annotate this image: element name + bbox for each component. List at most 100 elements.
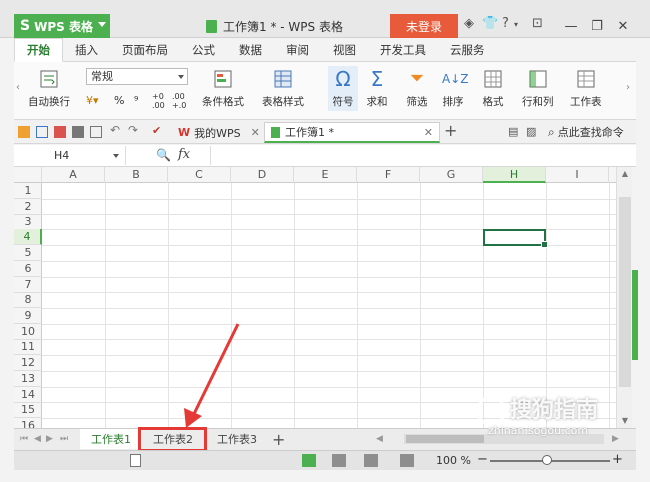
page-break-view-icon[interactable]	[332, 454, 346, 467]
tab-data[interactable]: 数据	[227, 38, 274, 62]
row-header[interactable]: 2	[14, 199, 42, 215]
column-header[interactable]: C	[168, 167, 231, 183]
zoom-slider-knob[interactable]	[542, 455, 552, 465]
print-preview-icon[interactable]	[90, 126, 102, 138]
open-folder-icon[interactable]	[18, 126, 30, 138]
number-format-select[interactable]: 常规	[86, 68, 188, 85]
zoom-level[interactable]: 100 %	[436, 454, 471, 467]
row-header[interactable]: 15	[14, 402, 42, 418]
column-header[interactable]: D	[231, 167, 294, 183]
sort-button[interactable]: A↓Z 排序	[442, 68, 468, 109]
row-header[interactable]: 8	[14, 292, 42, 308]
row-header[interactable]: 9	[14, 308, 42, 324]
sheet-tab-1[interactable]: 工作表1	[80, 429, 142, 449]
tab-cloud[interactable]: 云服务	[438, 38, 497, 62]
add-sheet-icon[interactable]: +	[272, 430, 285, 449]
format-button[interactable]: 格式	[482, 68, 504, 109]
conditional-format-button[interactable]: 条件格式	[202, 68, 244, 109]
select-all-corner[interactable]	[14, 167, 42, 183]
prev-sheet-icon[interactable]: ◀	[34, 434, 41, 444]
name-box[interactable]: H4	[14, 146, 126, 165]
column-header[interactable]: F	[357, 167, 420, 183]
redo-icon[interactable]: ↷	[128, 123, 140, 137]
tab-developer[interactable]: 开发工具	[368, 38, 438, 62]
reading-mode-icon[interactable]	[364, 454, 378, 467]
hscroll-right-icon[interactable]: ▶	[612, 434, 619, 444]
column-header-selected[interactable]: H	[483, 167, 546, 183]
formula-input[interactable]	[210, 146, 636, 165]
normal-view-icon[interactable]	[302, 454, 316, 467]
sheet-tab-3[interactable]: 工作表3	[206, 429, 268, 449]
restore-button[interactable]: ❐	[584, 14, 610, 38]
thousands-separator-button[interactable]: ⁹	[134, 94, 138, 107]
sum-button[interactable]: Σ 求和	[366, 68, 388, 109]
row-header[interactable]: 3	[14, 214, 42, 230]
tab-page-layout[interactable]: 页面布局	[110, 38, 180, 62]
row-header[interactable]: 16	[14, 418, 42, 428]
tab-view[interactable]: 视图	[321, 38, 368, 62]
pin-icon[interactable]: ⊡	[532, 16, 543, 31]
shirt-icon[interactable]: 👕	[482, 16, 498, 31]
zoom-in-button[interactable]: +	[612, 452, 623, 467]
undo-icon[interactable]: ↶	[110, 123, 122, 137]
hscroll-left-icon[interactable]: ◀	[376, 434, 383, 444]
column-header[interactable]: E	[294, 167, 357, 183]
first-sheet-icon[interactable]: ⏮	[20, 434, 28, 444]
tab-list-icon[interactable]: ▤	[508, 125, 518, 138]
zoom-out-button[interactable]: −	[477, 452, 488, 467]
close-window-button[interactable]: ✕	[610, 14, 636, 38]
tab-switch-icon[interactable]: ▨	[526, 125, 536, 138]
increase-decimal-button[interactable]: +0 .00	[152, 92, 168, 110]
ribbon-scroll-right-icon[interactable]: ›	[626, 82, 630, 93]
print-icon[interactable]	[72, 126, 84, 138]
command-search[interactable]: ⌕ 点此查找命令	[548, 124, 624, 140]
column-header[interactable]: G	[420, 167, 483, 183]
save-icon[interactable]	[36, 126, 48, 138]
row-header[interactable]: 13	[14, 371, 42, 387]
tab-review[interactable]: 审阅	[274, 38, 321, 62]
percent-button[interactable]: %	[114, 94, 124, 107]
column-header[interactable]: B	[105, 167, 168, 183]
row-col-button[interactable]: 行和列	[522, 68, 554, 109]
help-dropdown-icon[interactable]: ▾	[514, 20, 518, 29]
eye-protection-icon[interactable]	[400, 454, 414, 467]
side-panel-toggle[interactable]	[632, 270, 638, 360]
close-icon[interactable]: ✕	[424, 126, 433, 139]
export-pdf-icon[interactable]	[54, 126, 66, 138]
spreadsheet-grid[interactable]: A B C D E F G H I 1 2 3 4 5 6 7 8 9 10 1…	[14, 167, 616, 428]
row-header[interactable]: 10	[14, 324, 42, 340]
active-cell-h4[interactable]	[483, 229, 548, 248]
currency-format-icon[interactable]: ¥▾	[86, 94, 99, 107]
filter-button[interactable]: ⏷ 筛选	[406, 68, 428, 109]
insert-function-button[interactable]: fx	[178, 147, 190, 162]
column-header[interactable]: I	[546, 167, 609, 183]
worksheet-button[interactable]: 工作表	[570, 68, 602, 109]
vertical-scrollbar[interactable]: ▲ ▼	[616, 167, 632, 428]
row-header[interactable]: 12	[14, 355, 42, 371]
vertical-scroll-thumb[interactable]	[619, 197, 631, 387]
help-icon[interactable]: ?	[502, 16, 509, 31]
customize-qa-icon[interactable]: ✔	[152, 124, 164, 137]
row-header[interactable]: 11	[14, 339, 42, 355]
row-header[interactable]: 1	[14, 183, 42, 199]
row-header[interactable]: 14	[14, 387, 42, 403]
tab-insert[interactable]: 插入	[63, 38, 110, 62]
scroll-down-icon[interactable]: ▼	[620, 416, 630, 425]
wps-app-menu-button[interactable]: S WPS 表格	[14, 14, 110, 38]
tab-workbook[interactable]: 工作簿1 * ✕	[264, 122, 440, 143]
close-icon[interactable]: ✕	[251, 126, 260, 139]
zoom-magnifier-icon[interactable]: 🔍	[156, 148, 171, 162]
macro-record-icon[interactable]	[130, 454, 141, 467]
next-sheet-icon[interactable]: ▶	[46, 434, 53, 444]
wrap-text-button[interactable]: 自动换行	[28, 68, 70, 109]
row-header[interactable]: 5	[14, 245, 42, 261]
tab-mywps[interactable]: W 我的WPS ✕	[172, 122, 266, 143]
ribbon-scroll-left-icon[interactable]: ‹	[16, 82, 20, 93]
column-header[interactable]: A	[42, 167, 105, 183]
minimize-button[interactable]: —	[558, 14, 584, 38]
tab-formulas[interactable]: 公式	[180, 38, 227, 62]
new-tab-plus-icon[interactable]: +	[444, 121, 457, 140]
skin-icon[interactable]: ◈	[464, 16, 474, 31]
last-sheet-icon[interactable]: ⏭	[60, 434, 68, 444]
table-style-button[interactable]: 表格样式	[262, 68, 304, 109]
